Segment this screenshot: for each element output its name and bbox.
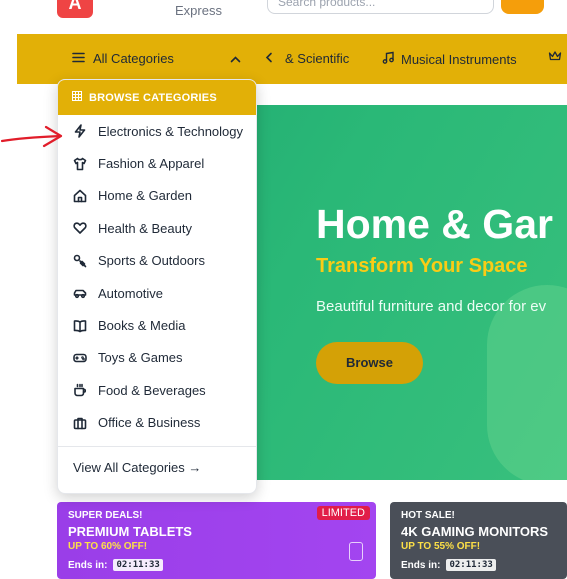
deal-title: 4K GAMING MONITORS: [401, 524, 549, 539]
browse-button[interactable]: Browse: [316, 342, 423, 384]
category-automotive[interactable]: Automotive: [58, 277, 256, 309]
category-label: Food & Beverages: [98, 382, 206, 398]
hero-title: Home & Gar: [316, 201, 553, 247]
all-categories-label: All Categories: [93, 51, 174, 66]
annotation-arrow-icon: [0, 125, 63, 148]
menu-icon: [72, 51, 85, 66]
dropdown-header-label: BROWSE CATEGORIES: [89, 91, 217, 104]
category-label: Automotive: [98, 285, 164, 301]
deal-kicker: HOT SALE!: [401, 510, 455, 521]
view-all-categories-link[interactable]: View All Categories →: [73, 460, 201, 475]
chevron-up-icon[interactable]: [230, 51, 241, 66]
category-sports-outdoors[interactable]: Sports & Outdoors: [58, 245, 256, 277]
ends-in-label: Ends in:: [401, 559, 441, 571]
category-label: Sports & Outdoors: [98, 253, 205, 269]
dropdown-header: BROWSE CATEGORIES: [58, 80, 256, 115]
category-office-business[interactable]: Office & Business: [58, 407, 256, 439]
category-label: Electronics & Technology: [98, 123, 244, 139]
logo[interactable]: A: [57, 0, 93, 18]
book-icon: [73, 319, 87, 333]
countdown-timer: 02:11:33: [446, 559, 496, 571]
category-label: Health & Beauty: [98, 220, 192, 236]
category-food-beverages[interactable]: Food & Beverages: [58, 374, 256, 406]
nav-link-label: & Scientific: [285, 51, 350, 66]
category-toys-games[interactable]: Toys & Games: [58, 342, 256, 374]
sports-icon: [73, 254, 87, 268]
grid-icon: [72, 91, 82, 104]
nav-link-label: Musical Instruments: [401, 51, 517, 67]
category-home-garden[interactable]: Home & Garden: [58, 180, 256, 212]
hero-description: Beautiful furniture and decor for ev: [316, 298, 547, 315]
search-input[interactable]: Search products...: [267, 0, 494, 14]
lightning-icon: [73, 124, 87, 138]
heart-icon: [73, 221, 87, 235]
music-note-icon: [382, 51, 395, 67]
category-nav-bar: All Categories & Scientific Musical Inst…: [17, 34, 567, 84]
deal-card-tablets[interactable]: SUPER DEALS! PREMIUM TABLETS UP TO 60% O…: [57, 502, 376, 579]
all-categories-button[interactable]: All Categories: [72, 51, 174, 66]
scroll-left-icon[interactable]: [265, 50, 273, 66]
ends-in-label: Ends in:: [68, 559, 108, 571]
gamepad-icon: [73, 351, 87, 365]
deal-countdown: Ends in: 02:11:33: [68, 559, 365, 571]
deal-countdown: Ends in: 02:11:33: [401, 559, 556, 571]
shirt-icon: [73, 157, 87, 171]
nav-link-musical-instruments[interactable]: Musical Instruments: [382, 51, 517, 67]
nav-link-scientific[interactable]: & Scientific: [285, 51, 349, 66]
logo-tagline: Express: [175, 3, 222, 18]
car-icon: [73, 286, 87, 300]
dropdown-divider: [58, 446, 256, 447]
deal-discount: UP TO 60% OFF!: [68, 541, 148, 552]
category-label: Office & Business: [98, 415, 201, 431]
countdown-timer: 02:11:33: [113, 559, 163, 571]
briefcase-icon: [73, 416, 87, 430]
category-label: Home & Garden: [98, 188, 192, 204]
category-label: Books & Media: [98, 318, 186, 334]
limited-badge: LIMITED: [316, 506, 370, 520]
deal-title: PREMIUM TABLETS: [68, 524, 192, 539]
search-button[interactable]: [501, 0, 544, 14]
category-label: Toys & Games: [98, 350, 183, 366]
crown-icon[interactable]: [548, 50, 562, 65]
category-fashion-apparel[interactable]: Fashion & Apparel: [58, 147, 256, 179]
category-health-beauty[interactable]: Health & Beauty: [58, 212, 256, 244]
cup-icon: [73, 383, 87, 397]
deal-discount: UP TO 55% OFF!: [401, 541, 481, 552]
category-books-media[interactable]: Books & Media: [58, 309, 256, 341]
hero-subtitle: Transform Your Space: [316, 255, 528, 277]
categories-dropdown: BROWSE CATEGORIES Electronics & Technolo…: [57, 79, 257, 494]
home-icon: [73, 189, 87, 203]
tablet-icon: [349, 542, 363, 561]
category-label: Fashion & Apparel: [98, 156, 205, 172]
deal-card-monitors[interactable]: HOT SALE! 4K GAMING MONITORS UP TO 55% O…: [390, 502, 567, 579]
category-electronics-technology[interactable]: Electronics & Technology: [58, 115, 256, 147]
top-header: A Express Search products...: [0, 0, 567, 34]
